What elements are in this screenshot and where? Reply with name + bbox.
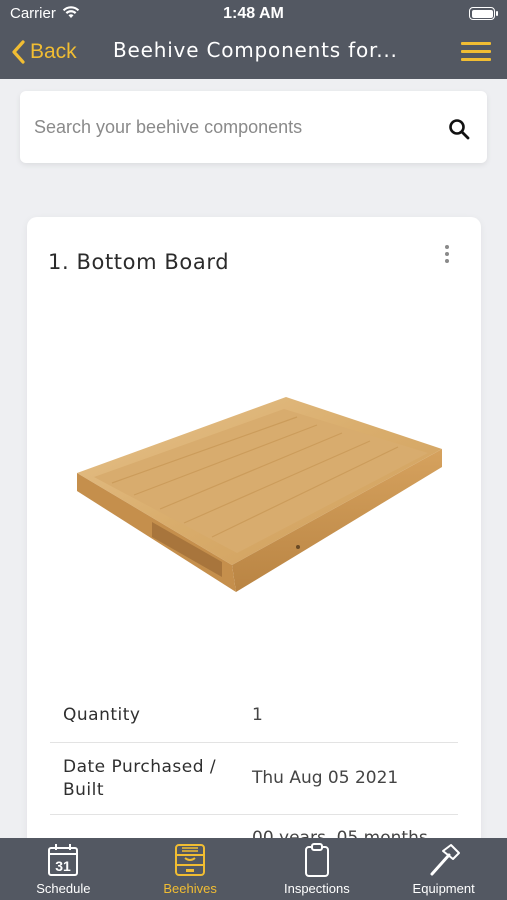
tab-label: Inspections — [283, 881, 350, 896]
search-icon[interactable] — [447, 117, 471, 141]
tab-label: Schedule — [36, 881, 91, 896]
tab-inspections[interactable]: Inspections — [254, 838, 381, 900]
top-bar: Carrier 1:48 AM Back Beehive Components … — [0, 0, 507, 79]
detail-label: Date Purchased / Built — [63, 756, 217, 800]
search-bar — [20, 91, 487, 163]
more-options-icon[interactable] — [443, 245, 451, 263]
component-details: Quantity 1 Date Purchased / Built Thu Au… — [50, 689, 458, 855]
clipboard-icon — [304, 843, 329, 877]
detail-value: 1 — [252, 705, 263, 725]
beehive-icon — [175, 844, 206, 876]
page-title: Beehive Components for... — [113, 38, 398, 62]
back-button[interactable]: Back — [10, 36, 77, 68]
tab-schedule[interactable]: 31 Schedule — [0, 838, 127, 900]
detail-label: Quantity — [63, 705, 141, 725]
component-title: 1. Bottom Board — [48, 250, 230, 274]
hamburger-menu-icon[interactable] — [461, 42, 491, 62]
status-bar: Carrier 1:48 AM — [0, 0, 507, 28]
battery-icon — [469, 7, 498, 20]
calendar-day: 31 — [56, 858, 72, 874]
tab-label: Beehives — [163, 881, 217, 896]
back-label: Back — [30, 40, 77, 63]
chevron-left-icon — [12, 40, 25, 64]
detail-row: Date Purchased / Built Thu Aug 05 2021 — [50, 743, 458, 815]
component-card[interactable]: 1. Bottom Board Quantity 1 Date Purchase… — [27, 217, 481, 857]
search-input[interactable] — [34, 109, 434, 145]
tab-label: Equipment — [412, 881, 475, 896]
status-time: 1:48 AM — [223, 5, 284, 22]
tab-equipment[interactable]: Equipment — [380, 838, 507, 900]
detail-row: Quantity 1 — [50, 689, 458, 743]
detail-value: Thu Aug 05 2021 — [252, 768, 399, 788]
bottom-board-photo — [77, 397, 442, 592]
hammer-icon — [430, 844, 460, 876]
tab-beehives[interactable]: Beehives — [127, 838, 254, 900]
tab-bar: 31 Schedule Beehives Inspections Equipme… — [0, 838, 507, 900]
calendar-icon: 31 — [48, 844, 79, 876]
